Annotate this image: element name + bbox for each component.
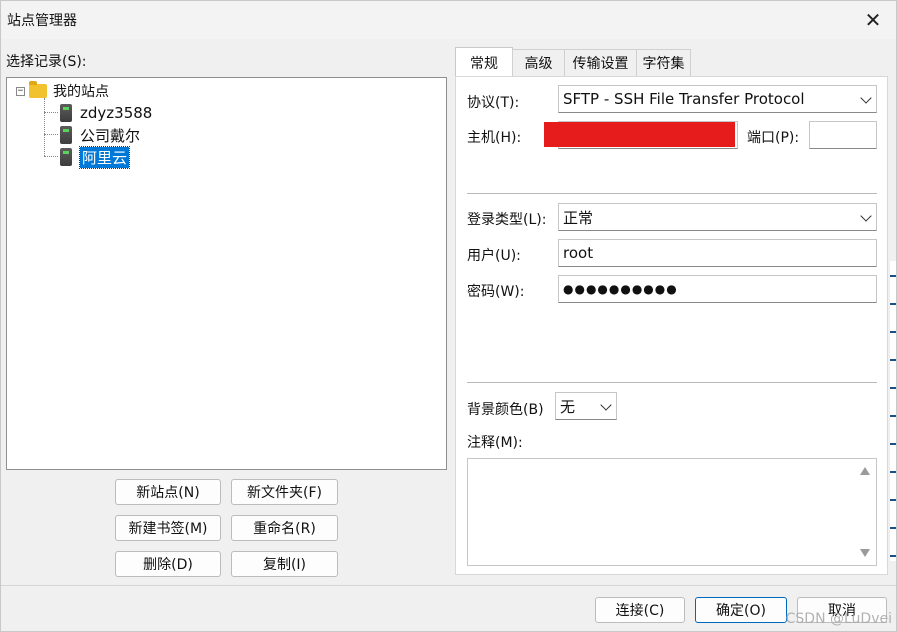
chevron-down-icon xyxy=(600,399,612,411)
tab-label: 高级 xyxy=(524,56,553,72)
delete-button[interactable]: 删除(D) xyxy=(115,551,221,577)
protocol-label: 协议(T): xyxy=(467,95,520,111)
copy-button[interactable]: 复制(I) xyxy=(231,551,338,577)
password-value: ●●●●●●●●●● xyxy=(563,282,678,296)
server-icon xyxy=(60,104,72,122)
title-bar: 站点管理器 ✕ xyxy=(1,1,896,39)
tree-item-selected[interactable]: 阿里云 xyxy=(60,145,131,169)
connect-button[interactable]: 连接(C) xyxy=(595,597,685,623)
port-label: 端口(P): xyxy=(747,130,800,146)
tree-item[interactable]: zdyz3588 xyxy=(60,102,152,124)
user-label: 用户(U): xyxy=(467,248,521,264)
background-color-label: 背景颜色(B) xyxy=(467,402,544,418)
host-label: 主机(H): xyxy=(467,130,522,146)
tree-root-my-sites[interactable]: − 我的站点 xyxy=(16,81,109,101)
new-folder-button[interactable]: 新文件夹(F) xyxy=(231,479,338,505)
tab-advanced[interactable]: 高级 xyxy=(512,49,565,76)
background-color-value: 无 xyxy=(560,397,576,416)
rename-button[interactable]: 重命名(R) xyxy=(231,515,338,541)
server-icon xyxy=(60,126,72,144)
general-tab-panel: 协议(T): SFTP - SSH File Transfer Protocol… xyxy=(455,76,888,575)
server-icon xyxy=(60,148,72,166)
user-input[interactable]: root xyxy=(558,239,877,267)
window-title: 站点管理器 xyxy=(7,13,77,29)
background-color-select[interactable]: 无 xyxy=(555,392,617,420)
host-redaction xyxy=(544,122,735,147)
user-value: root xyxy=(563,244,594,262)
tree-item-label: 公司戴尔 xyxy=(80,126,141,145)
protocol-value: SFTP - SSH File Transfer Protocol xyxy=(563,90,805,108)
new-bookmark-button[interactable]: 新建书签(M) xyxy=(115,515,221,541)
tab-label: 常规 xyxy=(470,55,498,72)
tree-guide-line xyxy=(44,134,58,135)
site-tree[interactable]: − 我的站点 zdyz3588 公司戴尔 阿里云 xyxy=(6,77,447,470)
folder-icon xyxy=(29,81,47,98)
tab-label: 字符集 xyxy=(642,56,685,72)
close-icon: ✕ xyxy=(864,8,882,32)
comments-label: 注释(M): xyxy=(467,435,523,451)
tab-general[interactable]: 常规 xyxy=(455,47,513,77)
site-manager-window: 站点管理器 ✕ 选择记录(S): − 我的站点 zdyz3588 公司戴尔 阿里… xyxy=(0,0,897,632)
tree-item-label: zdyz3588 xyxy=(80,104,153,122)
select-entry-label: 选择记录(S): xyxy=(6,54,87,70)
collapse-toggle[interactable]: − xyxy=(16,86,25,96)
comments-textarea[interactable] xyxy=(467,458,877,566)
scroll-down-arrow-icon[interactable] xyxy=(860,549,870,557)
background-window-edge xyxy=(890,261,896,561)
password-input[interactable]: ●●●●●●●●●● xyxy=(558,275,877,303)
port-input[interactable] xyxy=(809,121,877,149)
watermark: CSDN @LuDvei xyxy=(785,611,892,627)
tree-guide-line xyxy=(44,156,58,157)
tree-item-label: 阿里云 xyxy=(78,145,131,169)
password-label: 密码(W): xyxy=(467,284,525,300)
tree-guide-line xyxy=(44,98,45,156)
tree-guide-line xyxy=(44,112,58,113)
scroll-up-arrow-icon[interactable] xyxy=(860,467,870,475)
tab-transfer-settings[interactable]: 传输设置 xyxy=(564,49,637,76)
logon-type-value: 正常 xyxy=(563,208,594,227)
tab-label: 传输设置 xyxy=(572,56,629,72)
footer-divider xyxy=(1,585,896,586)
chevron-down-icon xyxy=(860,92,872,104)
protocol-select[interactable]: SFTP - SSH File Transfer Protocol xyxy=(558,85,877,113)
new-site-button[interactable]: 新站点(N) xyxy=(115,479,221,505)
section-divider xyxy=(467,382,877,383)
logon-type-label: 登录类型(L): xyxy=(467,212,547,228)
section-divider xyxy=(467,193,877,194)
tab-charset[interactable]: 字符集 xyxy=(636,49,691,76)
tree-root-label: 我的站点 xyxy=(53,84,109,100)
logon-type-select[interactable]: 正常 xyxy=(558,203,877,231)
chevron-down-icon xyxy=(860,210,872,222)
close-button[interactable]: ✕ xyxy=(858,6,888,34)
tree-item[interactable]: 公司戴尔 xyxy=(60,124,140,146)
ok-button[interactable]: 确定(O) xyxy=(695,597,787,623)
